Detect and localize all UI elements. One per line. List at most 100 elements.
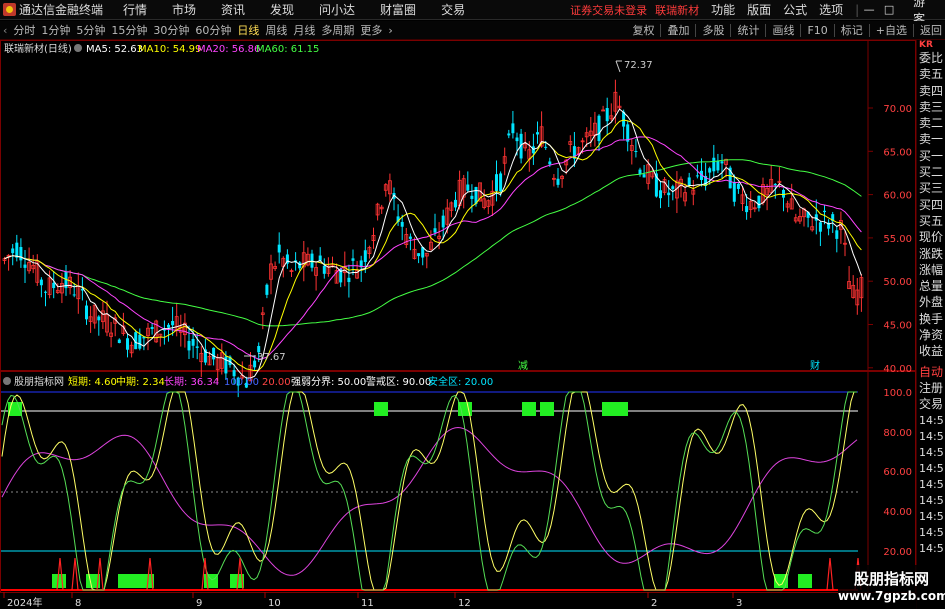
candle-body — [347, 277, 351, 283]
period-5min[interactable]: 5分钟 — [76, 22, 105, 38]
period-weekly[interactable]: 周线 — [265, 22, 287, 38]
trade-time: 14:5 — [919, 413, 944, 427]
back-button[interactable]: 返回 — [920, 22, 942, 38]
candle-body — [782, 189, 785, 198]
site-watermark: 股朋指标网 www.7gpzb.com — [838, 565, 945, 609]
adjust-button[interactable]: 复权 — [632, 22, 654, 38]
period-60min[interactable]: 60分钟 — [195, 22, 231, 38]
kline-chart-svg[interactable]: 联瑞新材(日线) MA5: 52.63 MA10: 54.99 MA20: 56… — [0, 40, 916, 609]
trade-time: 14:5 — [919, 477, 944, 491]
period-monthly[interactable]: 月线 — [293, 22, 315, 38]
period-toolbar: ‹ 分时 1分钟 5分钟 15分钟 30分钟 60分钟 日线 周线 月线 多周期… — [0, 21, 945, 40]
candle-body — [720, 161, 724, 164]
add-watchlist-button[interactable]: +自选 — [876, 22, 907, 38]
stats-button[interactable]: 统计 — [737, 22, 759, 38]
side-register-button[interactable]: 注册 — [917, 380, 945, 396]
candle-body — [318, 255, 322, 261]
sidebar-toggle-icon[interactable]: ‹ — [3, 24, 7, 37]
side-trade-button[interactable]: 交易 — [917, 396, 945, 412]
period-1min[interactable]: 1分钟 — [41, 22, 70, 38]
period-more[interactable]: 更多 — [360, 22, 382, 38]
candle-body — [126, 338, 129, 350]
top-signal-box — [374, 402, 388, 416]
long-term-label: 长期: 36.34 — [164, 376, 219, 388]
candle-body — [167, 324, 170, 328]
side-item-sell5: 卖五 — [919, 67, 944, 82]
overlay-button[interactable]: 叠加 — [667, 22, 689, 38]
candle-body — [97, 316, 101, 321]
candle-body — [757, 195, 761, 209]
divider — [800, 23, 802, 37]
stock-name: 联瑞新材 — [655, 3, 700, 17]
candle-body — [277, 244, 281, 253]
sub-y-tick-label: 60.00 — [883, 467, 912, 478]
safe-zone-label: 安全区: 20.00 — [428, 375, 493, 388]
maximize-icon[interactable]: □ — [879, 3, 899, 16]
menu-item-trade[interactable]: 交易 — [441, 1, 465, 18]
candle-body — [195, 346, 199, 348]
period-intraday[interactable]: 分时 — [13, 22, 35, 38]
app-title: 通达信金融终端 — [18, 3, 103, 17]
divider — [833, 23, 835, 37]
menu-item-market[interactable]: 市场 — [172, 1, 196, 18]
sub-chart-title: 股朋指标网 — [14, 375, 64, 388]
candle-body — [15, 242, 19, 258]
candle-body — [441, 215, 445, 228]
low-label: 37.67 — [257, 352, 286, 363]
menu-function[interactable]: 功能 — [711, 1, 735, 18]
menu-layout[interactable]: 版面 — [747, 1, 771, 18]
main-chart-title: 联瑞新材(日线) — [4, 42, 72, 55]
login-notice[interactable]: 证券交易未登录 — [570, 2, 647, 18]
chart-area[interactable]: 联瑞新材(日线) MA5: 52.63 MA10: 54.99 MA20: 56… — [0, 40, 916, 609]
side-auto-button[interactable]: 自动 — [917, 364, 945, 380]
trade-time: 14:5 — [919, 461, 944, 475]
candle-body — [39, 279, 43, 286]
event-marker-finance[interactable]: 财 — [810, 359, 820, 372]
sub-y-tick-label: 40.00 — [883, 507, 912, 518]
period-daily[interactable]: 日线 — [237, 22, 259, 38]
draw-button[interactable]: 画线 — [772, 22, 794, 38]
candle-body — [187, 340, 191, 351]
y-tick-label: 65.00 — [883, 147, 912, 158]
menu-item-discover[interactable]: 发现 — [270, 1, 294, 18]
trade-time: 14:5 — [919, 429, 944, 443]
event-marker-reduce[interactable]: 减 — [518, 360, 528, 372]
multi-stock-button[interactable]: 多股 — [702, 22, 724, 38]
candle-body — [597, 115, 601, 142]
side-item-sell4: 卖四 — [919, 83, 944, 98]
menu-item-wealth[interactable]: 财富圈 — [380, 1, 416, 18]
menu-item-quotes[interactable]: 行情 — [123, 1, 147, 18]
candle-body — [515, 137, 519, 142]
candle-body — [823, 210, 826, 213]
top-signal-box — [522, 402, 536, 416]
candle-body — [363, 250, 367, 262]
candle-body — [433, 228, 437, 233]
candlestick-series — [2, 79, 864, 398]
menu-options[interactable]: 选项 — [819, 1, 843, 18]
high-pointer-leg — [615, 60, 621, 73]
candle-body — [732, 181, 736, 202]
app-logo-icon — [3, 3, 16, 16]
chevron-down-icon[interactable] — [74, 44, 82, 52]
candle-body — [712, 157, 716, 172]
menu-formula[interactable]: 公式 — [783, 1, 807, 18]
candle-body — [138, 334, 142, 349]
candle-body — [171, 320, 175, 326]
period-multi[interactable]: 多周期 — [321, 22, 354, 38]
candle-body — [499, 173, 503, 192]
menu-item-ask[interactable]: 问小达 — [319, 1, 355, 18]
candle-body — [511, 123, 515, 134]
period-30min[interactable]: 30分钟 — [153, 22, 189, 38]
candle-body — [19, 247, 23, 261]
f10-button[interactable]: F10 — [807, 24, 827, 37]
more-chevron-icon[interactable]: › — [388, 24, 392, 37]
sub-chart-collapse-icon[interactable] — [3, 377, 11, 385]
minimize-icon[interactable]: — — [859, 3, 879, 16]
ma10-label: MA10: 54.99 — [138, 44, 201, 55]
short-term-line — [1, 391, 857, 591]
candle-body — [667, 192, 671, 196]
mark-button[interactable]: 标记 — [841, 22, 863, 38]
x-tick-label: 11 — [361, 598, 374, 609]
menu-item-news[interactable]: 资讯 — [221, 1, 245, 18]
period-15min[interactable]: 15分钟 — [111, 22, 147, 38]
